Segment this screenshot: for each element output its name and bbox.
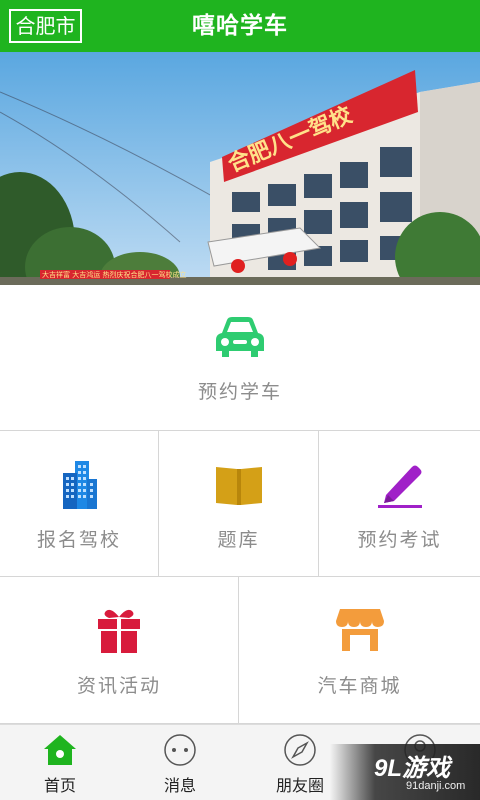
feature-book-lesson[interactable]: 预约学车: [0, 285, 480, 431]
feature-book-exam-label: 预约考试: [357, 529, 442, 551]
banner-strip-text: 大吉祥富 大吉鸿运 热烈庆祝合肥八一驾校成立: [42, 270, 186, 279]
gift-icon: [98, 609, 140, 653]
store-icon: [335, 609, 384, 651]
watermark-url: 91danji.com: [406, 780, 466, 792]
pen-icon: [377, 465, 422, 508]
compass-icon: [284, 734, 316, 766]
feature-news-events-label: 资讯活动: [76, 675, 161, 697]
feature-register-school[interactable]: 报名驾校: [0, 431, 159, 577]
header-bar: 合肥市 嘻哈学车: [0, 0, 480, 52]
feature-question-bank-label: 题库: [217, 529, 260, 551]
feature-car-mall-label: 汽车商城: [317, 675, 402, 697]
banner-image[interactable]: 合肥八一驾校 大吉祥富 大吉鸿运 热烈庆祝合肥八一驾校成立: [0, 52, 480, 285]
feature-question-bank[interactable]: 题库: [159, 431, 319, 577]
book-icon: [215, 467, 262, 505]
watermark: 9L游戏 91danji.com: [330, 744, 480, 800]
nav-messages[interactable]: 消息: [120, 725, 240, 800]
feature-register-school-label: 报名驾校: [36, 529, 121, 551]
feature-book-lesson-label: 预约学车: [197, 381, 282, 403]
message-icon: [164, 734, 196, 766]
app-title: 嘻哈学车: [192, 12, 288, 39]
watermark-logo-text: 9L游戏: [374, 755, 451, 782]
car-icon: [216, 317, 264, 357]
feature-book-exam[interactable]: 预约考试: [319, 431, 480, 577]
feature-car-mall[interactable]: 汽车商城: [239, 577, 480, 724]
nav-messages-label: 消息: [163, 776, 196, 795]
feature-news-events[interactable]: 资讯活动: [0, 577, 239, 724]
building-icon: [63, 461, 97, 509]
nav-home[interactable]: 首页: [0, 725, 120, 800]
nav-home-label: 首页: [43, 776, 76, 795]
home-icon: [44, 735, 76, 765]
